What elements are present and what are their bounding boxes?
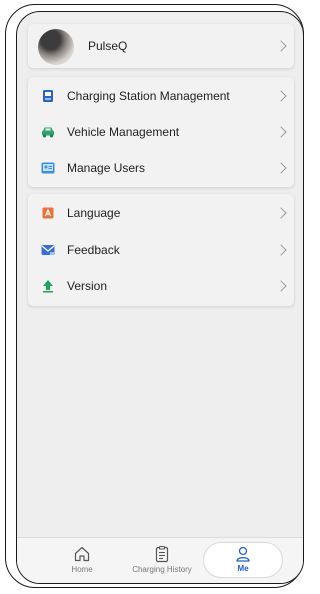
user-icon [236, 546, 250, 562]
chevron-right-icon [275, 244, 287, 256]
profile-card[interactable]: PulseQ [28, 24, 294, 68]
menu-item-label: Language [67, 206, 121, 220]
version-icon [41, 279, 55, 293]
menu-item-label: Version [67, 279, 108, 293]
charging-station-icon [41, 89, 55, 103]
clipboard-icon [155, 545, 169, 563]
menu-item-charging-station-management[interactable]: Charging Station Management [28, 78, 294, 114]
menu-item-feedback[interactable]: Feedback [28, 232, 294, 268]
chevron-right-icon [275, 162, 287, 174]
nav-charging-history[interactable]: Charging History [122, 538, 202, 583]
menu-item-label: Manage Users [67, 161, 146, 175]
menu-item-label: Charging Station Management [67, 89, 230, 103]
users-icon [41, 161, 55, 175]
menu-item-label: Vehicle Management [67, 125, 180, 139]
nav-charging-history-label: Charging History [132, 565, 192, 574]
nav-home-label: Home [71, 565, 93, 574]
menu-item-vehicle-management[interactable]: Vehicle Management [28, 114, 294, 150]
menu-item-version[interactable]: Version [28, 268, 294, 304]
nav-home[interactable]: Home [62, 538, 102, 583]
feedback-icon [41, 243, 55, 257]
nav-me[interactable]: Me [203, 542, 283, 578]
menu-item-language[interactable]: Language [28, 195, 294, 231]
home-icon [74, 546, 90, 562]
settings-menu: Language Feedback Version [28, 194, 294, 306]
language-icon [41, 206, 55, 220]
chevron-right-icon [275, 207, 287, 219]
menu-item-manage-users[interactable]: Manage Users [28, 150, 294, 186]
nav-me-label: Me [237, 564, 249, 573]
avatar [38, 29, 74, 65]
bottom-nav: Home Charging History Me [17, 537, 303, 583]
profile-name: PulseQ [88, 39, 128, 53]
phone-screen: PulseQ Charging Station Management Vehic… [16, 11, 304, 584]
chevron-right-icon [275, 90, 287, 102]
management-menu: Charging Station Management Vehicle Mana… [28, 77, 294, 187]
car-icon [41, 125, 55, 139]
chevron-right-icon [275, 40, 287, 52]
chevron-right-icon [275, 280, 287, 292]
menu-item-label: Feedback [67, 243, 120, 257]
chevron-right-icon [275, 126, 287, 138]
